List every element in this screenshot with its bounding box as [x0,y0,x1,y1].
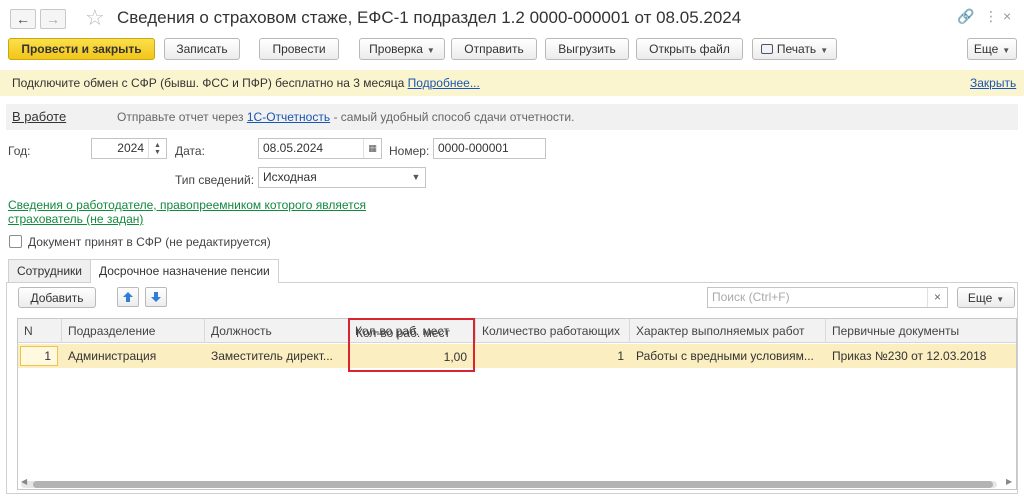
year-label: Год: [8,144,31,158]
link-icon[interactable]: 🔗 [957,8,974,25]
clear-icon: × [933,290,941,304]
tab-employees[interactable]: Сотрудники [8,259,91,282]
workplaces-header-text: Кол-во раб. мест [356,326,450,340]
status-strip: В работе Отправьте отчет через 1С-Отчетн… [6,104,1018,130]
scroll-right-icon[interactable]: ▶ [1006,477,1012,486]
upload-button[interactable]: Выгрузить [545,38,629,60]
year-field[interactable]: 2024 ▲ ▼ [91,138,167,159]
save-button[interactable]: Записать [164,38,240,60]
date-field[interactable]: 08.05.2024 ▦ [258,138,382,159]
print-dropdown-button[interactable]: Печать ▼ [752,38,837,60]
more-label: Еще [973,42,999,56]
printer-icon [760,44,773,54]
stepper-down-icon: ▼ [154,148,161,156]
tab-label: Досрочное назначение пенсии [99,264,270,278]
arrow-left-icon: ← [16,11,30,27]
scroll-left-icon[interactable]: ◀ [21,477,27,486]
table-row[interactable]: 1 Администрация Заместитель директ... 1 … [18,344,1016,368]
col-n[interactable]: N [18,319,62,343]
post-and-close-button[interactable]: Провести и закрыть [8,38,155,60]
calendar-icon[interactable]: ▦ [363,139,381,158]
more-dropdown-button[interactable]: Еще ▼ [967,38,1017,60]
clear-search-button[interactable]: × [927,288,947,307]
promo-close-link[interactable]: Закрыть [970,76,1016,90]
check-label: Проверка [369,42,423,56]
cell-workplaces[interactable]: 1,00 [444,346,467,368]
forward-button[interactable]: → [40,9,66,29]
number-value: 0000-000001 [438,141,509,155]
accepted-checkbox[interactable] [9,235,22,248]
caret-down-icon: ▼ [820,46,829,55]
promo-text: Подключите обмен с СФР (бывш. ФСС и ПФР)… [12,76,405,90]
table-more-button[interactable]: Еще ▼ [957,287,1015,308]
cell-position[interactable]: Заместитель директ... [205,344,349,368]
stepper-up-icon: ▲ [154,141,161,149]
arrow-down-icon [151,292,161,302]
employer-link-line1: Сведения о работодателе, правопреемником… [8,198,366,212]
type-label: Тип сведений: [175,173,255,187]
caret-down-icon: ▼ [426,46,435,55]
search-placeholder: Поиск (Ctrl+F) [712,290,790,304]
employer-successor-link[interactable]: Сведения о работодателе, правопреемником… [8,198,366,226]
document-state-link[interactable]: В работе [12,109,66,124]
add-row-button[interactable]: Добавить [18,287,96,308]
table-header: N Подразделение Должность Кол-во раб. ме… [18,319,1016,343]
col-position[interactable]: Должность [205,319,349,343]
kebab-menu-icon[interactable]: ⋮ [984,8,998,25]
open-file-button[interactable]: Открыть файл [636,38,743,60]
col-documents[interactable]: Первичные документы [826,319,1016,343]
favorite-star-icon[interactable]: ☆ [85,5,105,31]
scrollbar-thumb[interactable] [33,481,993,488]
arrow-right-icon: → [46,11,60,27]
cell-department[interactable]: Администрация [62,344,205,368]
reporting-service-link[interactable]: 1С-Отчетность [247,110,330,124]
number-label: Номер: [389,144,430,158]
print-label: Печать [776,42,817,56]
col-department[interactable]: Подразделение [62,319,205,343]
hint-suffix: - самый удобный способ сдачи отчетности. [333,110,575,124]
caret-down-icon: ▼ [1002,46,1011,55]
check-dropdown-button[interactable]: Проверка ▼ [359,38,445,60]
cell-workers[interactable]: 1 [476,344,630,368]
promo-infobar: Подключите обмен с СФР (бывш. ФСС и ПФР)… [0,70,1024,96]
type-select[interactable]: Исходная ▼ [258,167,426,188]
year-stepper[interactable]: ▲ ▼ [148,139,166,158]
year-value: 2024 [117,141,144,155]
post-button[interactable]: Провести [259,38,339,60]
caret-down-icon: ▼ [996,295,1005,304]
hint-prefix: Отправьте отчет через [117,110,244,124]
tab-label: Сотрудники [17,264,82,278]
arrow-up-icon [123,292,133,302]
chevron-down-icon[interactable]: ▼ [407,168,425,187]
back-button[interactable]: ← [10,9,36,29]
number-field[interactable]: 0000-000001 [433,138,546,159]
date-label: Дата: [175,144,205,158]
table-more-label: Еще [967,291,993,305]
promo-more-link[interactable]: Подробнее... [408,76,480,90]
search-input[interactable]: Поиск (Ctrl+F) × [707,287,948,308]
col-workers[interactable]: Количество работающих [476,319,630,343]
col-work-nature[interactable]: Характер выполняемых работ [630,319,826,343]
tab-early-pension[interactable]: Досрочное назначение пенсии [90,259,279,283]
window-title: Сведения о страховом стаже, ЕФС-1 подраз… [117,8,742,27]
close-icon[interactable]: × [1003,8,1011,24]
cell-n[interactable]: 1 [20,346,58,366]
employer-link-line2: страхователь (не задан) [8,212,144,226]
cell-documents[interactable]: Приказ №230 от 12.03.2018 [826,344,1016,368]
cell-work-nature[interactable]: Работы с вредными условиям... [630,344,826,368]
accepted-checkbox-label: Документ принят в СФР (не редактируется) [28,235,271,249]
date-value: 08.05.2024 [263,141,324,155]
workplaces-highlight: Кол-во раб. мест 1,00 [348,318,475,372]
horizontal-scrollbar[interactable] [21,481,997,488]
type-value: Исходная [263,170,317,184]
move-up-button[interactable] [117,287,139,307]
send-button[interactable]: Отправить [451,38,537,60]
pension-table[interactable]: N Подразделение Должность Кол-во раб. ме… [17,318,1017,490]
move-down-button[interactable] [145,287,167,307]
